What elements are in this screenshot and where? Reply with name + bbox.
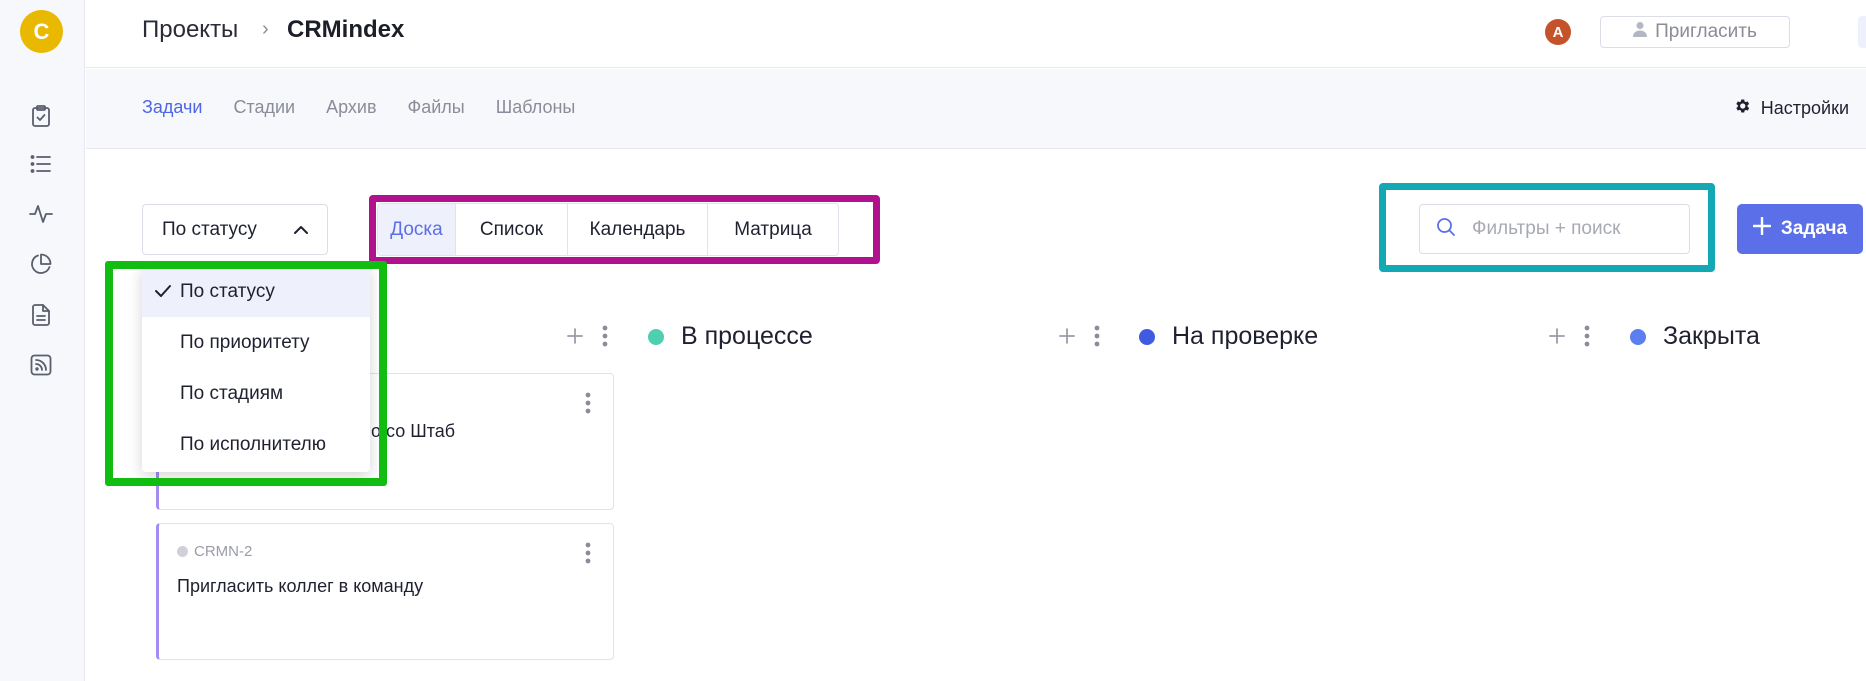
add-card-icon[interactable] — [1058, 327, 1076, 350]
rss-icon[interactable] — [28, 352, 54, 378]
card-id: CRMN-2 — [177, 543, 252, 560]
column-tools — [566, 325, 608, 352]
project-tabs: Задачи Стадии Архив Файлы Шаблоны — [142, 97, 575, 118]
status-dot — [1630, 328, 1646, 345]
pie-chart-icon[interactable] — [28, 251, 54, 277]
tab-files[interactable]: Файлы — [408, 97, 465, 118]
status-dot — [1139, 328, 1155, 345]
tab-stages[interactable]: Стадии — [233, 97, 295, 118]
project-title: CRMindex — [287, 16, 405, 43]
column-title: Закрыта — [1663, 322, 1760, 350]
card-title: Пригласить коллег в команду — [177, 576, 424, 596]
group-by-value: По статусу — [162, 218, 257, 240]
group-by-select[interactable]: По статусу — [142, 204, 328, 255]
highlight-search — [1379, 183, 1715, 272]
task-card[interactable]: CRMN-2 Пригласить коллег в команду — [156, 523, 614, 660]
member-avatar[interactable]: A — [1545, 19, 1571, 45]
column-title: На проверке — [1172, 322, 1319, 350]
add-card-icon[interactable] — [566, 327, 584, 350]
document-icon[interactable] — [28, 302, 54, 328]
kebab-menu-icon[interactable] — [1584, 325, 1590, 352]
activity-icon[interactable] — [28, 201, 54, 227]
clipboard-check-icon[interactable] — [28, 103, 54, 129]
notifications-button[interactable] — [1858, 16, 1866, 48]
card-id-label: CRMN-2 — [194, 543, 253, 560]
add-task-button[interactable]: Задача — [1737, 204, 1863, 254]
tab-archive[interactable]: Архив — [326, 97, 376, 118]
kebab-menu-icon[interactable] — [1094, 325, 1100, 352]
add-card-icon[interactable] — [1548, 327, 1566, 350]
highlight-view-switcher — [369, 195, 880, 264]
top-bar: Проекты › CRMindex A Пригласить A — [86, 0, 1866, 68]
column-tools — [1058, 325, 1100, 352]
settings-button[interactable]: Настройки — [1733, 97, 1849, 120]
breadcrumb-separator: › — [262, 18, 269, 40]
chevron-up-icon — [293, 219, 309, 241]
breadcrumb-projects[interactable]: Проекты — [142, 16, 238, 44]
user-icon — [1633, 21, 1648, 43]
left-rail: C — [0, 0, 85, 681]
status-dot — [648, 328, 664, 345]
status-dot — [177, 546, 188, 557]
column-header-closed: Закрыта — [1630, 322, 1760, 351]
settings-label: Настройки — [1760, 98, 1849, 118]
add-task-label: Задача — [1780, 218, 1848, 239]
column-header-in-progress: В процессе — [648, 322, 813, 351]
column-header-review: На проверке — [1139, 322, 1318, 351]
tab-templates[interactable]: Шаблоны — [496, 97, 576, 118]
project-subnav: Задачи Стадии Архив Файлы Шаблоны Настро… — [86, 69, 1866, 149]
kebab-menu-icon[interactable] — [602, 325, 608, 352]
plus-icon — [1752, 216, 1772, 241]
tab-tasks[interactable]: Задачи — [142, 97, 202, 118]
column-tools — [1548, 325, 1590, 352]
column-title: В процессе — [681, 322, 813, 350]
kebab-menu-icon[interactable] — [585, 392, 591, 419]
invite-button[interactable]: Пригласить — [1600, 16, 1790, 48]
workspace-avatar[interactable]: C — [20, 10, 63, 53]
kebab-menu-icon[interactable] — [585, 542, 591, 569]
highlight-group-menu — [105, 261, 387, 486]
list-icon[interactable] — [28, 151, 54, 177]
gear-icon — [1733, 97, 1751, 120]
invite-label: Пригласить — [1655, 21, 1757, 42]
